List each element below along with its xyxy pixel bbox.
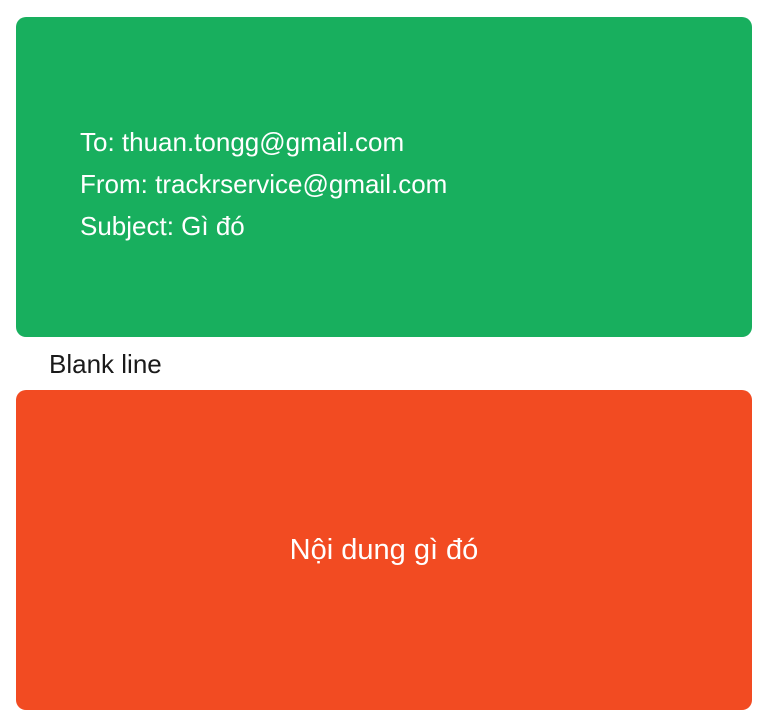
header-subject-line: Subject: Gì đó — [80, 211, 245, 241]
header-to-line: To: thuan.tongg@gmail.com — [80, 127, 405, 157]
header-from-line: From: trackrservice@gmail.com — [80, 169, 448, 199]
email-body-block: Nội dung gì đó — [16, 390, 752, 710]
blank-line-label: Blank line — [49, 349, 162, 379]
email-header-block: To: thuan.tongg@gmail.com From: trackrse… — [16, 17, 752, 337]
email-body-text: Nội dung gì đó — [289, 534, 479, 566]
